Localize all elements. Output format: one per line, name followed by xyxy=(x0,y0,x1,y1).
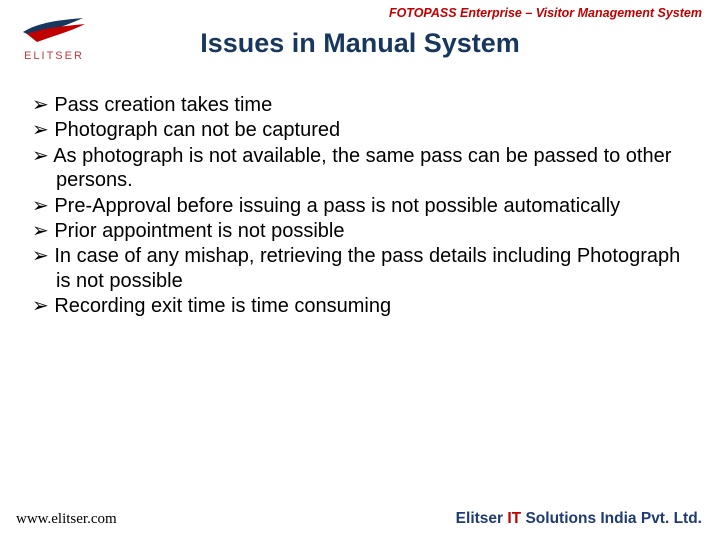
company-highlight: IT xyxy=(507,510,521,527)
list-item: Photograph can not be captured xyxy=(32,118,692,142)
slide-footer: www.elitser.com Elitser IT Solutions Ind… xyxy=(0,510,720,528)
company-suffix: Solutions India Pvt. Ltd. xyxy=(521,510,702,527)
list-item: Recording exit time is time consuming xyxy=(32,294,692,318)
list-item: Prior appointment is not possible xyxy=(32,219,692,243)
footer-url: www.elitser.com xyxy=(16,511,117,528)
company-prefix: Elitser xyxy=(456,510,508,527)
brand-name: ELITSER xyxy=(24,50,84,62)
list-item: As photograph is not available, the same… xyxy=(32,144,692,193)
logo-swoosh-icon xyxy=(21,16,87,46)
slide-title: Issues in Manual System xyxy=(0,28,720,59)
header-product-line: FOTOPASS Enterprise – Visitor Management… xyxy=(0,0,720,22)
issues-list: Pass creation takes time Photograph can … xyxy=(0,93,720,319)
brand-logo: ELITSER xyxy=(14,16,94,62)
list-item: Pass creation takes time xyxy=(32,93,692,117)
list-item: Pre-Approval before issuing a pass is no… xyxy=(32,194,692,218)
footer-company: Elitser IT Solutions India Pvt. Ltd. xyxy=(456,510,702,528)
list-item: In case of any mishap, retrieving the pa… xyxy=(32,244,692,293)
